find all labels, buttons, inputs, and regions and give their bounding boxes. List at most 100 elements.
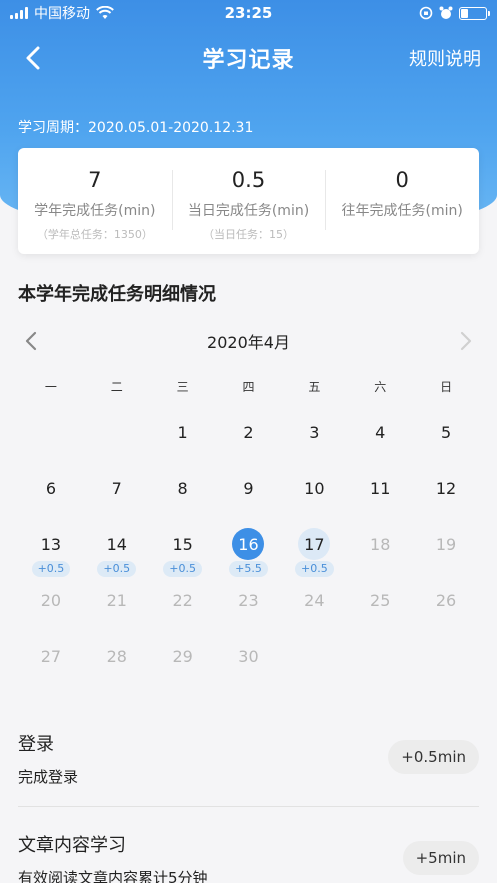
- calendar-day[interactable]: 10: [281, 472, 347, 528]
- calendar-day[interactable]: 15 +0.5: [150, 528, 216, 584]
- calendar-day[interactable]: 16 +5.5: [216, 528, 282, 584]
- back-arrow-icon[interactable]: [18, 42, 50, 74]
- day-number: 23: [238, 590, 259, 610]
- task-item-login: 登录 完成登录 +0.5min: [18, 730, 479, 787]
- calendar-blank: [84, 416, 150, 472]
- day-number: 1: [177, 422, 188, 442]
- calendar-day[interactable]: 4: [347, 416, 413, 472]
- status-bar: 中国移动 23:25: [0, 0, 497, 26]
- rules-button[interactable]: 规则说明: [409, 45, 481, 71]
- status-right: [419, 6, 490, 20]
- prev-month-icon[interactable]: [20, 329, 44, 353]
- day-points-badge: +0.5: [31, 561, 71, 577]
- day-number: 15: [172, 534, 193, 554]
- day-number: 28: [106, 646, 127, 666]
- calendar-header: 2020年4月: [0, 325, 497, 357]
- day-number: 2: [243, 422, 254, 442]
- day-number: 21: [106, 590, 127, 610]
- wifi-icon: [96, 6, 114, 19]
- weekday-label: 一: [44, 380, 57, 394]
- page-title: 学习记录: [202, 48, 295, 73]
- calendar-day[interactable]: 1: [150, 416, 216, 472]
- day-number: 10: [304, 478, 325, 498]
- calendar-day[interactable]: 7: [84, 472, 150, 528]
- calendar-day[interactable]: 5: [413, 416, 479, 472]
- calendar-day[interactable]: 21: [84, 584, 150, 640]
- calendar-day[interactable]: 17 +0.5: [281, 528, 347, 584]
- day-number: 30: [238, 646, 259, 666]
- orientation-lock-icon: [419, 6, 433, 20]
- calendar-day[interactable]: 27: [18, 640, 84, 696]
- stats-card: 7 学年完成任务(min) （学年总任务：1350） 0.5 当日完成任务(mi…: [18, 148, 479, 254]
- next-month-icon[interactable]: [453, 329, 477, 353]
- day-number: 20: [40, 590, 62, 610]
- stat-label: 当日完成任务(min): [187, 203, 310, 219]
- day-points-badge: +0.5: [163, 561, 202, 577]
- calendar-day[interactable]: 3: [281, 416, 347, 472]
- day-number: 12: [435, 478, 457, 498]
- calendar-weekdays: 一二三四五六日: [18, 378, 479, 395]
- day-number: 17: [298, 528, 331, 560]
- study-period: 学习周期：2020.05.01-2020.12.31: [18, 120, 254, 136]
- day-points-badge: +0.5: [97, 561, 137, 577]
- weekday-label: 三: [176, 380, 189, 394]
- task-points-button[interactable]: +5min: [402, 841, 479, 875]
- weekday-label: 二: [110, 380, 123, 394]
- day-number: 29: [172, 646, 193, 666]
- calendar-day[interactable]: 9: [216, 472, 282, 528]
- day-number: 22: [172, 590, 193, 610]
- day-number: 9: [243, 478, 254, 498]
- weekday-label: 五: [308, 380, 321, 394]
- signal-icon: [10, 7, 28, 19]
- day-number: 16: [232, 528, 265, 560]
- task-points-button[interactable]: +0.5min: [388, 740, 479, 774]
- day-number: 3: [309, 422, 320, 442]
- day-number: 18: [370, 534, 391, 554]
- day-points-badge: +5.5: [229, 561, 268, 577]
- battery-icon: [459, 6, 490, 20]
- calendar-day[interactable]: 28: [84, 640, 150, 696]
- calendar-grid: 1 2 3 4 5 6 7 8 9 10 11 12 13 +0.5 14 +0.5 15 +0.5 16 +5.5 1…: [18, 416, 479, 696]
- day-number: 7: [111, 478, 122, 498]
- section-title: 本学年完成任务明细情况: [18, 284, 216, 305]
- stat-label: 往年完成任务(min): [341, 203, 463, 219]
- stat-value: 0: [395, 168, 409, 192]
- calendar-day[interactable]: 2: [216, 416, 282, 472]
- calendar-day[interactable]: 19: [413, 528, 479, 584]
- carrier-label: 中国移动: [34, 6, 90, 22]
- calendar-day[interactable]: 6: [18, 472, 84, 528]
- nav-bar: 学习记录 规则说明: [0, 26, 497, 90]
- calendar-day[interactable]: 12: [413, 472, 479, 528]
- calendar-day[interactable]: 8: [150, 472, 216, 528]
- stat-value: 7: [88, 168, 102, 192]
- calendar-month: 2020年4月: [207, 333, 290, 352]
- day-number: 24: [304, 590, 325, 610]
- day-number: 6: [45, 478, 57, 498]
- day-number: 8: [177, 478, 188, 498]
- stat-sub: （学年总任务：1350）: [36, 228, 153, 241]
- day-number: 26: [435, 590, 457, 610]
- stat-label: 学年完成任务(min): [34, 203, 156, 219]
- day-number: 5: [440, 422, 452, 442]
- stat-year: 7 学年完成任务(min) （学年总任务：1350）: [18, 148, 172, 254]
- calendar-day[interactable]: 22: [150, 584, 216, 640]
- day-number: 14: [106, 534, 127, 554]
- day-number: 19: [435, 534, 457, 554]
- calendar-day[interactable]: 23: [216, 584, 282, 640]
- divider: [18, 806, 479, 807]
- calendar-day[interactable]: 20: [18, 584, 84, 640]
- calendar-day[interactable]: 18: [347, 528, 413, 584]
- weekday-label: 日: [440, 380, 453, 394]
- stat-past: 0 往年完成任务(min): [325, 148, 479, 254]
- day-number: 27: [40, 646, 62, 666]
- calendar-day[interactable]: 26: [413, 584, 479, 640]
- calendar-day[interactable]: 25: [347, 584, 413, 640]
- calendar-day[interactable]: 13 +0.5: [18, 528, 84, 584]
- calendar-day[interactable]: 30: [216, 640, 282, 696]
- calendar-day[interactable]: 29: [150, 640, 216, 696]
- calendar-day[interactable]: 14 +0.5: [84, 528, 150, 584]
- calendar-day[interactable]: 11: [347, 472, 413, 528]
- stat-day: 0.5 当日完成任务(min) （当日任务：15）: [171, 148, 326, 254]
- calendar-day[interactable]: 24: [281, 584, 347, 640]
- day-number: 4: [375, 422, 386, 442]
